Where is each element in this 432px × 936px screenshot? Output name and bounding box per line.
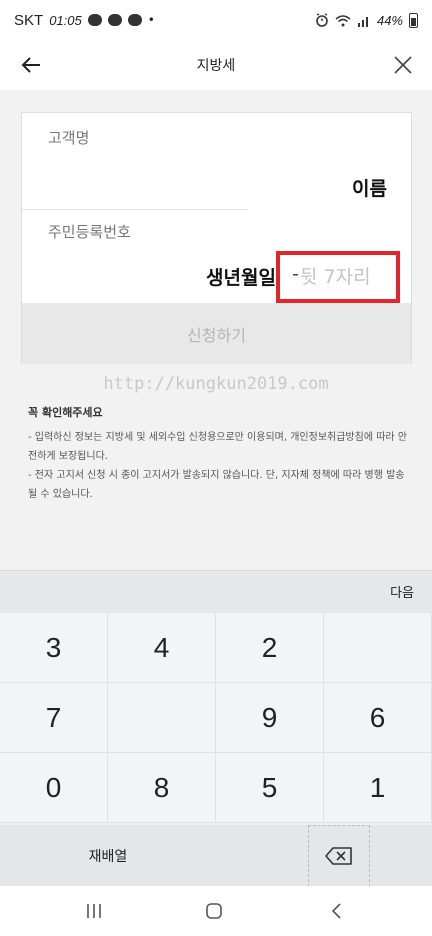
signal-icon xyxy=(357,16,368,27)
customer-name-value[interactable]: 이름 xyxy=(352,174,387,201)
key-3[interactable]: 3 xyxy=(0,613,108,683)
customer-name-label: 고객명 xyxy=(48,129,90,147)
battery-percent: 44% xyxy=(376,12,403,28)
key-2[interactable]: 2 xyxy=(216,613,324,683)
system-navigation-bar xyxy=(0,886,432,936)
key-9[interactable]: 9 xyxy=(216,683,324,753)
talk-notification-icon xyxy=(87,14,102,26)
back-button[interactable] xyxy=(16,50,46,80)
message-notification-icon xyxy=(107,14,122,26)
resident-number-front[interactable]: 생년월일 xyxy=(206,263,276,290)
rearrange-button[interactable]: 재배열 xyxy=(0,825,216,887)
app-notification-icon xyxy=(127,14,142,26)
keypad-toolbar: 다음 xyxy=(0,571,432,613)
more-notifications-icon: • xyxy=(147,13,155,27)
notice-title: 꼭 확인해주세요 xyxy=(28,406,103,419)
resident-number-label: 주민등록번호 xyxy=(48,223,131,241)
recents-button[interactable] xyxy=(74,896,114,926)
next-button[interactable]: 다음 xyxy=(390,582,414,601)
recents-icon xyxy=(87,904,101,918)
watermark-text: http://kungkun2019.com xyxy=(103,374,329,394)
secure-keypad: 다음 3 4 2 7 9 6 0 8 5 1 재배열 xyxy=(0,570,432,887)
status-bar: SKT 01:05 • 44% xyxy=(0,0,432,40)
key-8[interactable]: 8 xyxy=(108,753,216,823)
key-6[interactable]: 6 xyxy=(324,683,432,753)
keypad-grid: 3 4 2 7 9 6 0 8 5 1 xyxy=(0,613,432,825)
home-icon xyxy=(206,903,222,919)
close-icon xyxy=(394,56,412,74)
notice-item: - 전자 고지서 신청 시 종이 고지서가 발송되지 않습니다. 단, 지자체 … xyxy=(28,470,405,500)
form-content: 고객명 이름 주민등록번호 생년월일 - 신청하기 http://kungkun… xyxy=(0,90,432,570)
arrow-left-icon xyxy=(21,57,40,73)
key-7[interactable]: 7 xyxy=(0,683,108,753)
apply-button[interactable]: 신청하기 xyxy=(22,303,411,364)
page-title: 지방세 xyxy=(196,58,236,74)
status-time: 01:05 xyxy=(49,12,82,28)
carrier-name: SKT xyxy=(14,11,44,29)
backspace-button[interactable] xyxy=(308,825,370,887)
key-blank xyxy=(108,683,216,753)
home-button[interactable] xyxy=(194,896,234,926)
chevron-left-icon xyxy=(331,903,341,919)
close-button[interactable] xyxy=(388,50,418,80)
form-card: 고객명 이름 주민등록번호 생년월일 - 신청하기 xyxy=(21,112,412,364)
key-4[interactable]: 4 xyxy=(108,613,216,683)
notice-item: - 입력하신 정보는 지방세 및 세외수입 신청용으로만 이용되며, 개인정보취… xyxy=(28,432,407,462)
alarm-icon xyxy=(316,13,328,27)
battery-icon xyxy=(409,12,418,28)
keypad-bottom-row: 재배열 xyxy=(0,825,432,887)
name-field-divider xyxy=(22,209,248,210)
key-0[interactable]: 0 xyxy=(0,753,108,823)
app-header: 지방세 xyxy=(0,40,432,90)
key-5[interactable]: 5 xyxy=(216,753,324,823)
key-blank xyxy=(324,613,432,683)
wifi-icon xyxy=(335,14,351,26)
system-back-button[interactable] xyxy=(316,896,356,926)
key-1[interactable]: 1 xyxy=(324,753,432,823)
backspace-icon xyxy=(325,847,352,865)
resident-number-separator: - xyxy=(292,263,299,285)
